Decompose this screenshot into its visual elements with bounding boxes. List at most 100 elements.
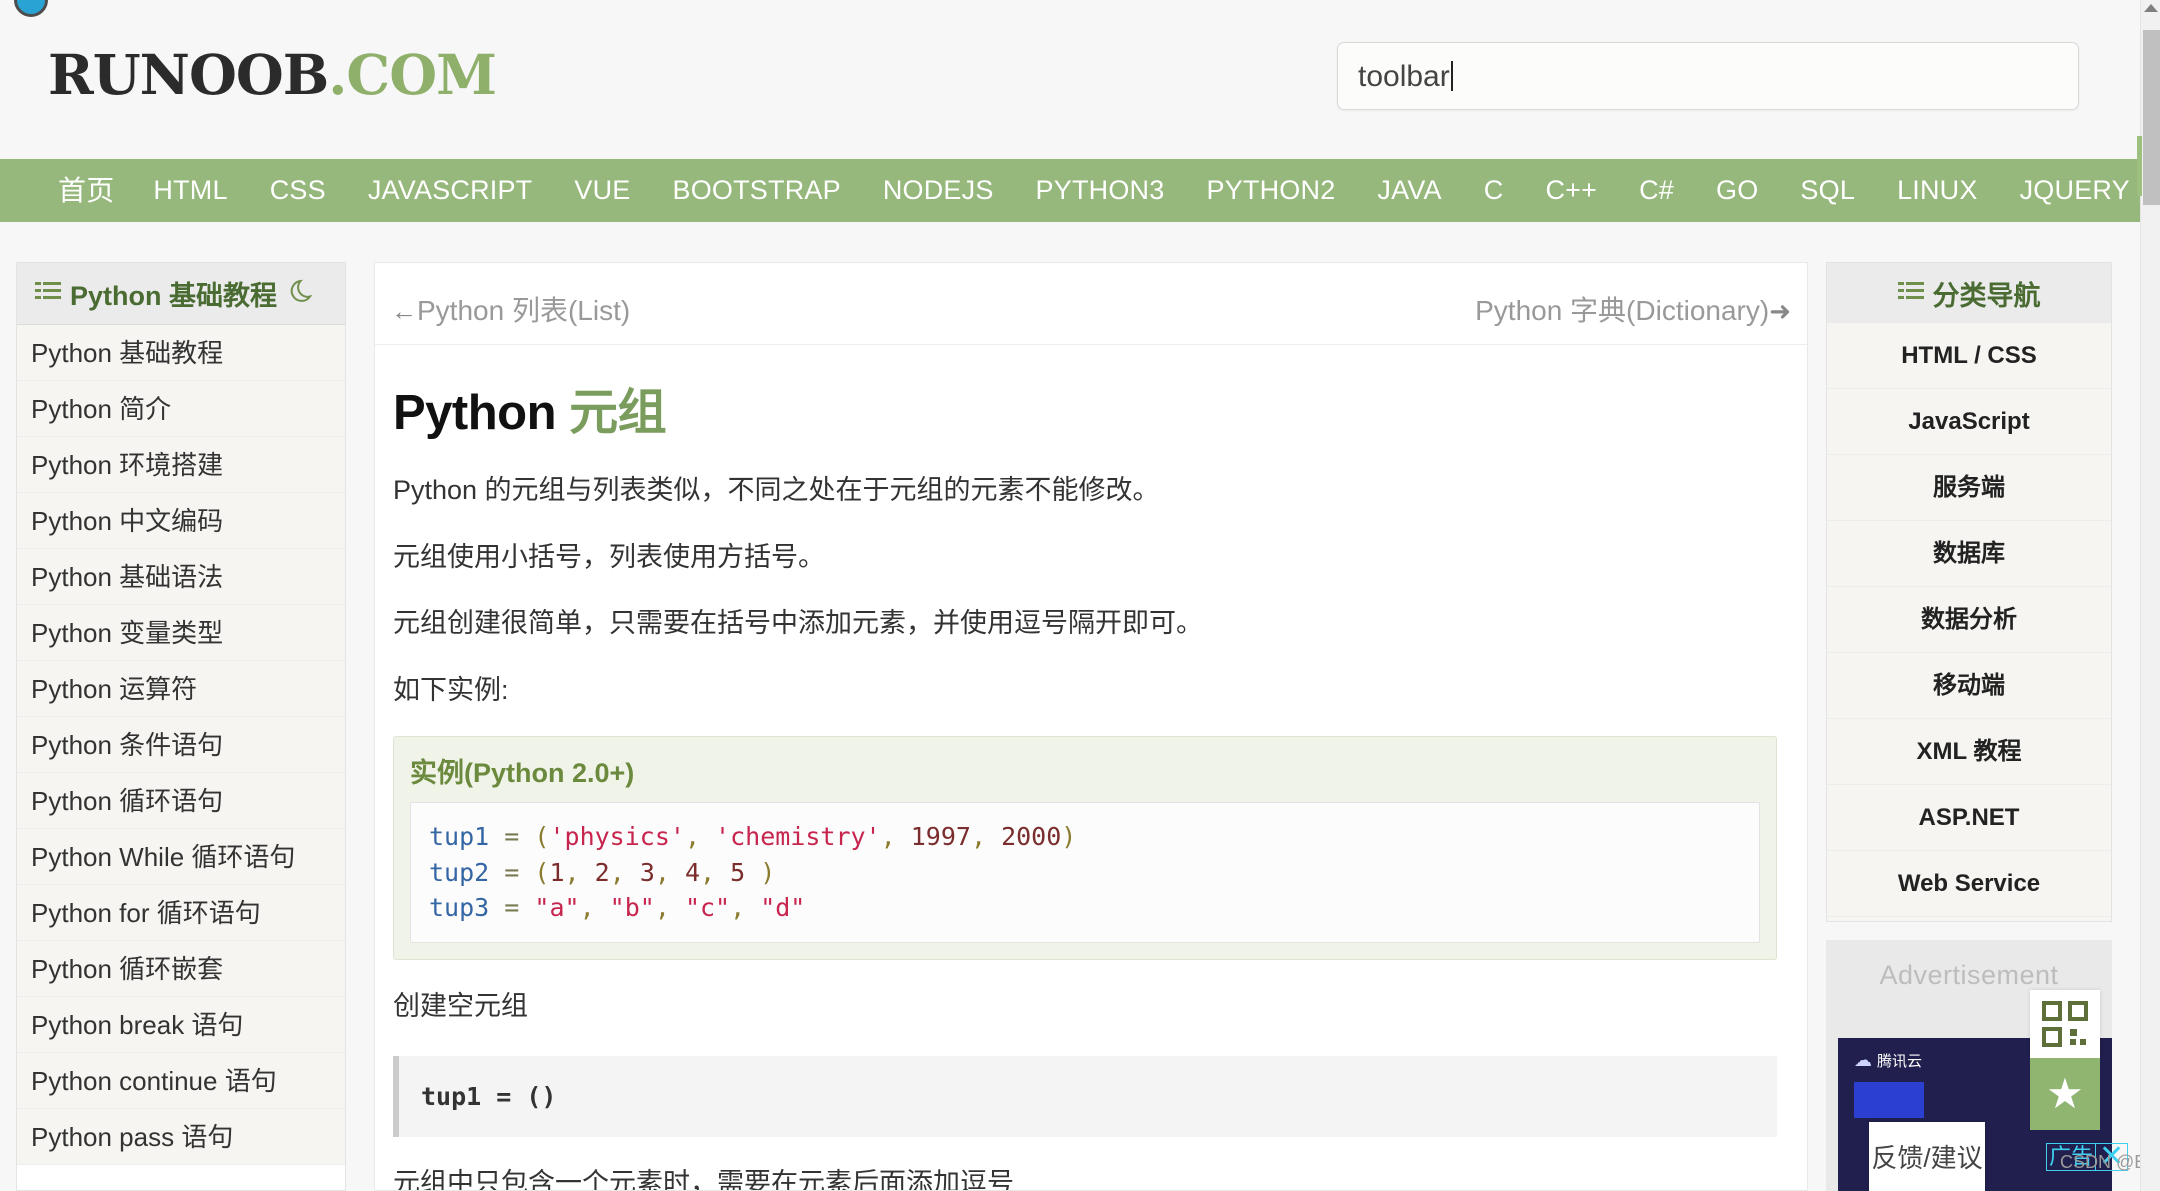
- nav-item-8[interactable]: PYTHON2: [1185, 159, 1356, 222]
- list-icon: [35, 281, 61, 306]
- qr-code-button[interactable]: [2030, 990, 2100, 1058]
- next-page-link[interactable]: Python 字典(Dictionary)➜: [1475, 289, 1791, 329]
- nav-item-11[interactable]: C++: [1524, 159, 1618, 222]
- sidebar-item-4[interactable]: Python 基础语法: [17, 549, 345, 605]
- sidebar-item-13[interactable]: Python continue 语句: [17, 1053, 345, 1109]
- vertical-scrollbar[interactable]: [2137, 0, 2160, 1191]
- category-item-7[interactable]: ASP.NET: [1827, 785, 2111, 851]
- sidebar-item-12[interactable]: Python break 语句: [17, 997, 345, 1053]
- code-text: tup1 = (): [421, 1082, 557, 1111]
- logo-main: RUNOOB: [48, 42, 329, 107]
- code-block: tup1 = ('physics', 'chemistry', 1997, 20…: [429, 822, 1077, 922]
- nav-item-12[interactable]: C#: [1618, 159, 1695, 222]
- page-title-main: Python: [393, 386, 557, 440]
- search-input[interactable]: toolbar: [1358, 59, 1453, 95]
- nav-item-0[interactable]: 首页: [40, 159, 132, 222]
- search-value: toolbar: [1358, 60, 1450, 93]
- nav-items: 首页 HTML CSS JAVASCRIPT VUE BOOTSTRAP NODEJS PYT…: [40, 159, 2144, 222]
- right-sidebar-list: HTML / CSS JavaScript 服务端 数据库 数据分析 移动端 XML 教程 A…: [1827, 323, 2111, 921]
- paragraph: 元组使用小括号，列表使用方括号。: [393, 541, 825, 572]
- category-item-3[interactable]: 数据库: [1827, 521, 2111, 587]
- category-item-9[interactable]: 开发工具: [1827, 917, 2111, 921]
- sidebar-item-2[interactable]: Python 环境搭建: [17, 437, 345, 493]
- left-sidebar: Python 基础教程 Python 基础教程 Python 简介 Python 环…: [16, 262, 346, 1191]
- sidebar-item-14[interactable]: Python pass 语句: [17, 1109, 345, 1165]
- sidebar-item-6[interactable]: Python 运算符: [17, 661, 345, 717]
- left-sidebar-header: Python 基础教程: [17, 263, 345, 325]
- next-page-label: Python 字典(Dictionary): [1475, 295, 1770, 326]
- favorite-button[interactable]: ★: [2030, 1058, 2100, 1130]
- caption-single-element: 元组中只包含一个元素时，需要在元素后面添加逗号: [393, 1168, 1014, 1191]
- left-sidebar-title: Python 基础教程: [70, 281, 277, 311]
- arrow-right-icon: ➜: [1769, 296, 1791, 326]
- caption-empty-tuple: 创建空元组: [393, 990, 528, 1021]
- page-root: RUNOOB.COM toolbar 首页 HTML CSS JAVASCRIPT VU…: [0, 0, 2160, 1191]
- prev-page-link[interactable]: ←Python 列表(List): [391, 289, 630, 329]
- paragraph: 如下实例:: [393, 674, 509, 705]
- list-icon: [1897, 281, 1924, 306]
- category-item-6[interactable]: XML 教程: [1827, 719, 2111, 785]
- sidebar-item-8[interactable]: Python 循环语句: [17, 773, 345, 829]
- site-header: RUNOOB.COM toolbar: [0, 0, 2144, 155]
- main-navigation: 首页 HTML CSS JAVASCRIPT VUE BOOTSTRAP NODEJS PYT…: [0, 159, 2144, 222]
- sidebar-item-11[interactable]: Python 循环嵌套: [17, 941, 345, 997]
- example-box: 实例(Python 2.0+) tup1 = ('physics', 'chem…: [393, 736, 1777, 960]
- nav-item-2[interactable]: CSS: [249, 159, 347, 222]
- arrow-left-icon: ←: [391, 296, 417, 326]
- sidebar-item-1[interactable]: Python 简介: [17, 381, 345, 437]
- qr-code-icon: [2042, 1001, 2088, 1047]
- scrollbar-thumb[interactable]: [2143, 30, 2160, 205]
- code-block-empty-tuple: tup1 = (): [393, 1056, 1777, 1137]
- nav-item-16[interactable]: JQUERY: [1999, 159, 2144, 222]
- advertisement-placeholder: Advertisement: [1879, 960, 2059, 990]
- nav-item-13[interactable]: GO: [1695, 159, 1779, 222]
- right-sidebar-title: 分类导航: [1932, 280, 2041, 311]
- nav-item-1[interactable]: HTML: [132, 159, 248, 222]
- sidebar-item-7[interactable]: Python 条件语句: [17, 717, 345, 773]
- category-item-4[interactable]: 数据分析: [1827, 587, 2111, 653]
- nav-item-4[interactable]: VUE: [553, 159, 651, 222]
- page-title: Python 元组: [393, 373, 1789, 444]
- nav-item-9[interactable]: JAVA: [1356, 159, 1462, 222]
- category-item-2[interactable]: 服务端: [1827, 455, 2111, 521]
- category-item-0[interactable]: HTML / CSS: [1827, 323, 2111, 389]
- site-logo[interactable]: RUNOOB.COM: [48, 47, 497, 102]
- right-sidebar-header: 分类导航: [1827, 263, 2111, 323]
- right-sidebar: 分类导航 HTML / CSS JavaScript 服务端 数据库 数据分析 移动端 XM…: [1826, 262, 2112, 922]
- nav-item-6[interactable]: NODEJS: [862, 159, 1015, 222]
- moon-icon[interactable]: [289, 277, 317, 310]
- search-box[interactable]: toolbar: [1337, 42, 2079, 110]
- left-sidebar-list: Python 基础教程 Python 简介 Python 环境搭建 Python 中文…: [17, 325, 345, 1165]
- ad-brand: ☁ 腾讯云: [1854, 1050, 1922, 1071]
- page-title-accent: 元组: [569, 386, 667, 440]
- feedback-button[interactable]: 反馈/建议: [1869, 1122, 1985, 1191]
- nav-item-7[interactable]: PYTHON3: [1015, 159, 1186, 222]
- scrollbar-marker: [2137, 136, 2142, 196]
- scroll-up-arrow-icon[interactable]: [2144, 4, 2158, 12]
- sidebar-item-10[interactable]: Python for 循环语句: [17, 885, 345, 941]
- feedback-label: 反馈/建议: [1871, 1143, 1983, 1173]
- category-item-5[interactable]: 移动端: [1827, 653, 2111, 719]
- nav-item-10[interactable]: C: [1463, 159, 1525, 222]
- sidebar-item-3[interactable]: Python 中文编码: [17, 493, 345, 549]
- article-pager: ←Python 列表(List) Python 字典(Dictionary)➜: [375, 263, 1807, 345]
- nav-item-3[interactable]: JAVASCRIPT: [347, 159, 554, 222]
- main-content: ←Python 列表(List) Python 字典(Dictionary)➜ …: [374, 262, 1808, 1191]
- ad-brand-label: 腾讯云: [1877, 1053, 1923, 1070]
- cloud-icon: ☁: [1854, 1050, 1872, 1070]
- category-item-1[interactable]: JavaScript: [1827, 389, 2111, 455]
- article-body: Python 元组 Python 的元组与列表类似，不同之处在于元组的元素不能修…: [375, 345, 1807, 1191]
- nav-item-15[interactable]: LINUX: [1876, 159, 1999, 222]
- sidebar-item-5[interactable]: Python 变量类型: [17, 605, 345, 661]
- example-code-area: tup1 = ('physics', 'chemistry', 1997, 20…: [410, 802, 1760, 943]
- ad-graphic: [1854, 1082, 1924, 1118]
- prev-page-label: Python 列表(List): [417, 295, 631, 326]
- logo-suffix: .COM: [328, 42, 497, 107]
- category-item-8[interactable]: Web Service: [1827, 851, 2111, 917]
- star-icon: ★: [2046, 1070, 2084, 1117]
- paragraph: Python 的元组与列表类似，不同之处在于元组的元素不能修改。: [393, 475, 1160, 505]
- sidebar-item-9[interactable]: Python While 循环语句: [17, 829, 345, 885]
- nav-item-14[interactable]: SQL: [1779, 159, 1876, 222]
- nav-item-5[interactable]: BOOTSTRAP: [652, 159, 862, 222]
- sidebar-item-0[interactable]: Python 基础教程: [17, 325, 345, 381]
